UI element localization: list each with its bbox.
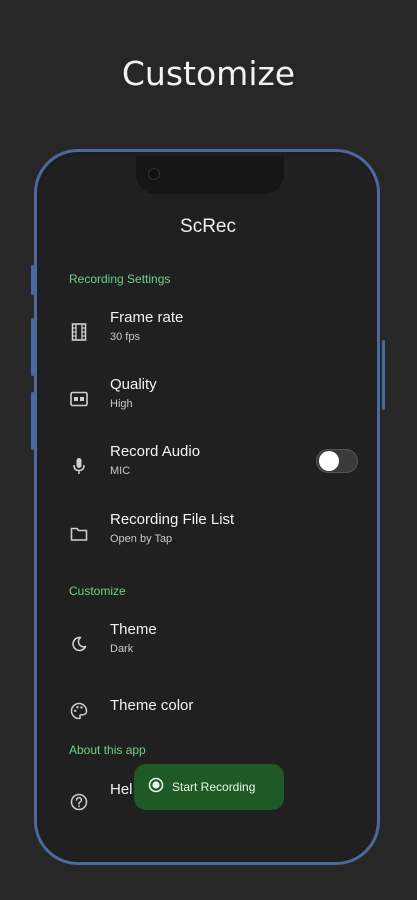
- setting-frame-rate[interactable]: Frame rate 30 fps: [40, 309, 376, 359]
- setting-label: Quality: [110, 376, 157, 393]
- setting-quality[interactable]: Quality High: [40, 376, 376, 426]
- mic-icon: [68, 455, 90, 477]
- moon-icon: [68, 633, 90, 655]
- hd-icon: [68, 388, 90, 410]
- record-audio-toggle[interactable]: [316, 449, 358, 473]
- section-recording-settings: Recording Settings: [69, 272, 171, 286]
- record-icon: [148, 777, 164, 798]
- section-about: About this app: [69, 743, 146, 757]
- setting-value: Open by Tap: [110, 533, 173, 545]
- start-recording-button[interactable]: Start Recording: [134, 764, 284, 810]
- folder-icon: [68, 523, 90, 545]
- setting-label: Record Audio: [110, 443, 201, 460]
- setting-theme-color[interactable]: Theme color: [40, 688, 376, 738]
- setting-value: High: [110, 398, 133, 410]
- start-recording-label: Start Recording: [172, 780, 256, 794]
- setting-label: Theme color: [110, 697, 194, 714]
- palette-icon: [68, 700, 90, 722]
- setting-theme[interactable]: Theme Dark: [40, 621, 376, 671]
- setting-label: Frame rate: [110, 309, 184, 326]
- app-title: ScRec: [180, 216, 236, 237]
- section-customize: Customize: [69, 584, 126, 598]
- setting-value: 30 fps: [110, 331, 140, 343]
- setting-record-audio[interactable]: Record Audio MIC: [40, 443, 376, 493]
- setting-recording-file-list[interactable]: Recording File List Open by Tap: [40, 511, 376, 561]
- setting-label: Theme: [110, 621, 157, 638]
- camera-icon: [148, 168, 160, 180]
- toggle-knob: [319, 451, 339, 471]
- film-icon: [68, 321, 90, 343]
- setting-label: Hel: [110, 781, 133, 798]
- setting-label: Recording File List: [110, 511, 235, 528]
- setting-value: MIC: [110, 465, 131, 477]
- setting-value: Dark: [110, 643, 134, 655]
- app-screen: ScRec Recording Settings Frame rate 30 f…: [40, 156, 376, 860]
- promo-title: Customize: [121, 54, 296, 93]
- phone-side-button: [382, 340, 385, 410]
- help-icon: [68, 791, 90, 813]
